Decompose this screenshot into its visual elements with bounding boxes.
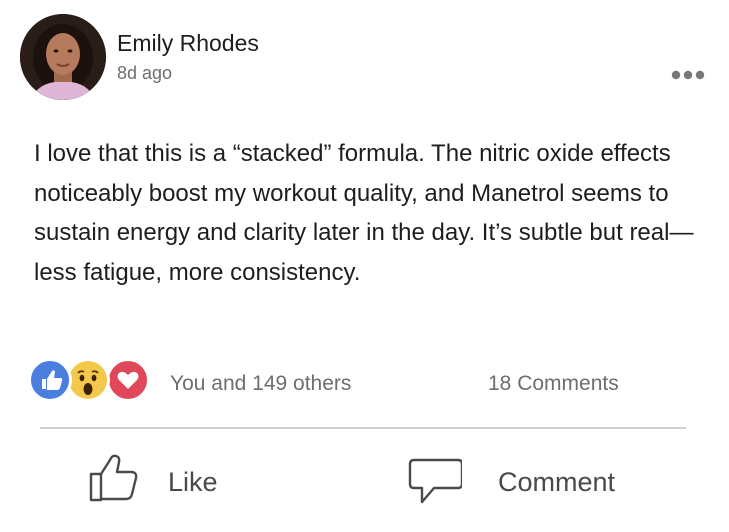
reaction-icons[interactable]: [28, 358, 158, 402]
post-card: Emily Rhodes 8d ago I love that this is …: [0, 0, 729, 532]
ellipsis-icon: [671, 70, 705, 80]
comment-count[interactable]: 18 Comments: [488, 372, 619, 396]
profile-photo-icon: [20, 14, 106, 100]
comment-label: Comment: [498, 467, 616, 497]
divider: [40, 427, 686, 429]
author-name[interactable]: Emily Rhodes: [117, 30, 259, 57]
like-reaction-icon: [28, 358, 72, 402]
post-timestamp[interactable]: 8d ago: [117, 63, 172, 84]
comment-button[interactable]: Comment: [406, 452, 646, 508]
more-options-button[interactable]: [668, 64, 708, 86]
speech-bubble-icon: [408, 458, 462, 504]
reaction-summary[interactable]: You and 149 others: [170, 372, 351, 396]
like-button[interactable]: Like: [86, 452, 266, 508]
wow-reaction-icon: [66, 358, 110, 402]
post-body-text: I love that this is a “stacked” formula.…: [34, 140, 694, 286]
avatar[interactable]: [20, 14, 106, 100]
love-reaction-icon: [106, 358, 150, 402]
thumbs-up-icon: [89, 454, 138, 502]
like-label: Like: [168, 467, 218, 497]
